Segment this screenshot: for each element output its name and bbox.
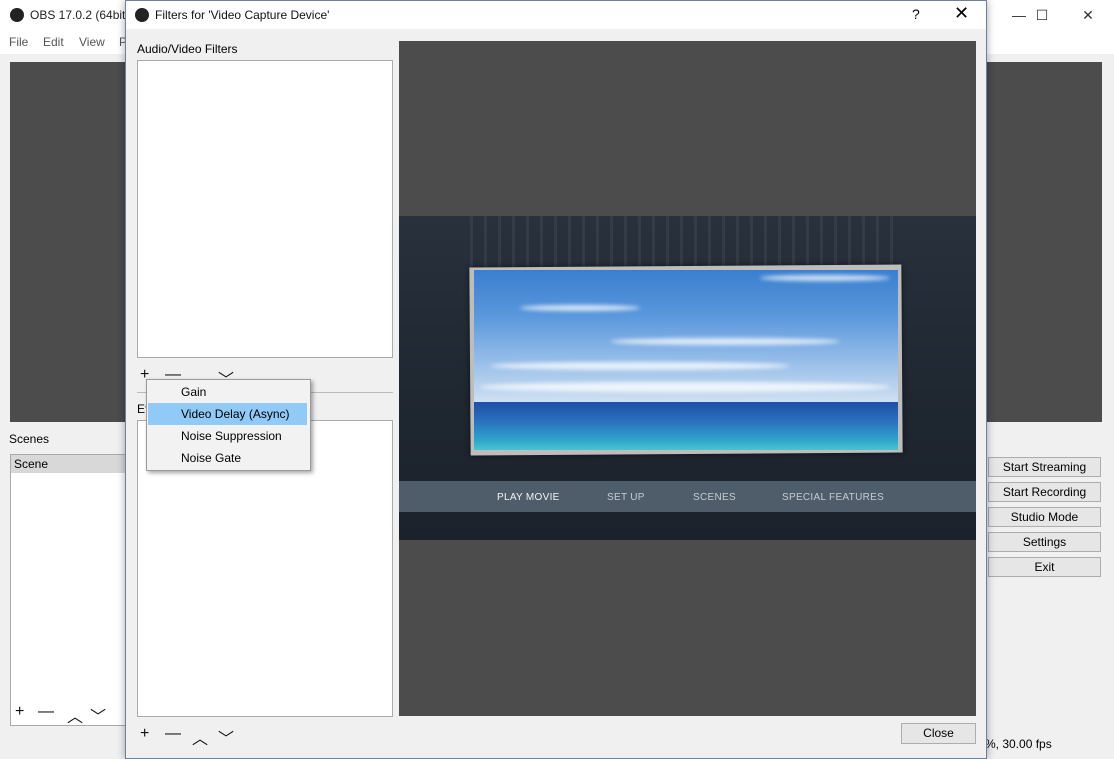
- cloud: [490, 362, 790, 370]
- scenes-label: Scenes: [9, 432, 50, 446]
- scene-up-icon[interactable]: ︿: [67, 703, 83, 727]
- maximize-icon[interactable]: ☐: [1019, 0, 1065, 30]
- close-button[interactable]: Close: [901, 723, 976, 744]
- help-icon[interactable]: ?: [912, 6, 920, 22]
- menu-view[interactable]: View: [79, 35, 105, 49]
- remove-effect-icon[interactable]: —: [165, 725, 181, 743]
- menu-file[interactable]: File: [9, 35, 28, 49]
- dvd-special-features: SPECIAL FEATURES: [782, 492, 885, 503]
- add-effect-icon[interactable]: +: [140, 725, 149, 743]
- cloud: [610, 338, 840, 345]
- dvd-menu-bar: [399, 481, 976, 512]
- scene-down-icon[interactable]: ﹀: [90, 703, 106, 727]
- effect-down-icon[interactable]: ﹀: [218, 725, 234, 749]
- scene-list-item[interactable]: Scene: [11, 455, 128, 473]
- scenes-list[interactable]: [10, 454, 130, 726]
- audio-video-filters-label: Audio/Video Filters: [137, 42, 238, 56]
- cloud: [480, 382, 890, 392]
- dialog-close-icon[interactable]: ✕: [954, 3, 969, 24]
- ocean-sea-image: [474, 402, 898, 450]
- effect-up-icon[interactable]: ︿: [192, 725, 208, 749]
- remove-scene-icon[interactable]: —: [38, 703, 54, 721]
- start-streaming-button[interactable]: Start Streaming: [988, 457, 1101, 477]
- obs-logo-icon: [10, 8, 24, 22]
- cloud: [520, 305, 640, 311]
- menu-item-video-delay[interactable]: Video Delay (Async): [148, 403, 307, 425]
- settings-button[interactable]: Settings: [988, 532, 1101, 552]
- dvd-set-up: SET UP: [607, 492, 645, 503]
- audio-video-filters-list[interactable]: [137, 60, 393, 358]
- dialog-title: Filters for 'Video Capture Device': [155, 8, 330, 22]
- add-scene-icon[interactable]: +: [15, 703, 24, 721]
- start-recording-button[interactable]: Start Recording: [988, 482, 1101, 502]
- main-close-icon[interactable]: ✕: [1065, 0, 1111, 30]
- cloud: [760, 275, 890, 281]
- obs-logo-icon: [135, 8, 149, 22]
- menu-item-gain[interactable]: Gain: [148, 381, 307, 403]
- exit-button[interactable]: Exit: [988, 557, 1101, 577]
- menu-item-noise-gate[interactable]: Noise Gate: [148, 447, 307, 469]
- main-window-title: OBS 17.0.2 (64bit,: [30, 8, 129, 22]
- dvd-play-movie: PLAY MOVIE: [497, 492, 560, 503]
- menu-edit[interactable]: Edit: [43, 35, 64, 49]
- status-bar-text: %, 30.00 fps: [985, 737, 1052, 751]
- dvd-scenes: SCENES: [693, 492, 736, 503]
- studio-mode-button[interactable]: Studio Mode: [988, 507, 1101, 527]
- menu-item-noise-suppression[interactable]: Noise Suppression: [148, 425, 307, 447]
